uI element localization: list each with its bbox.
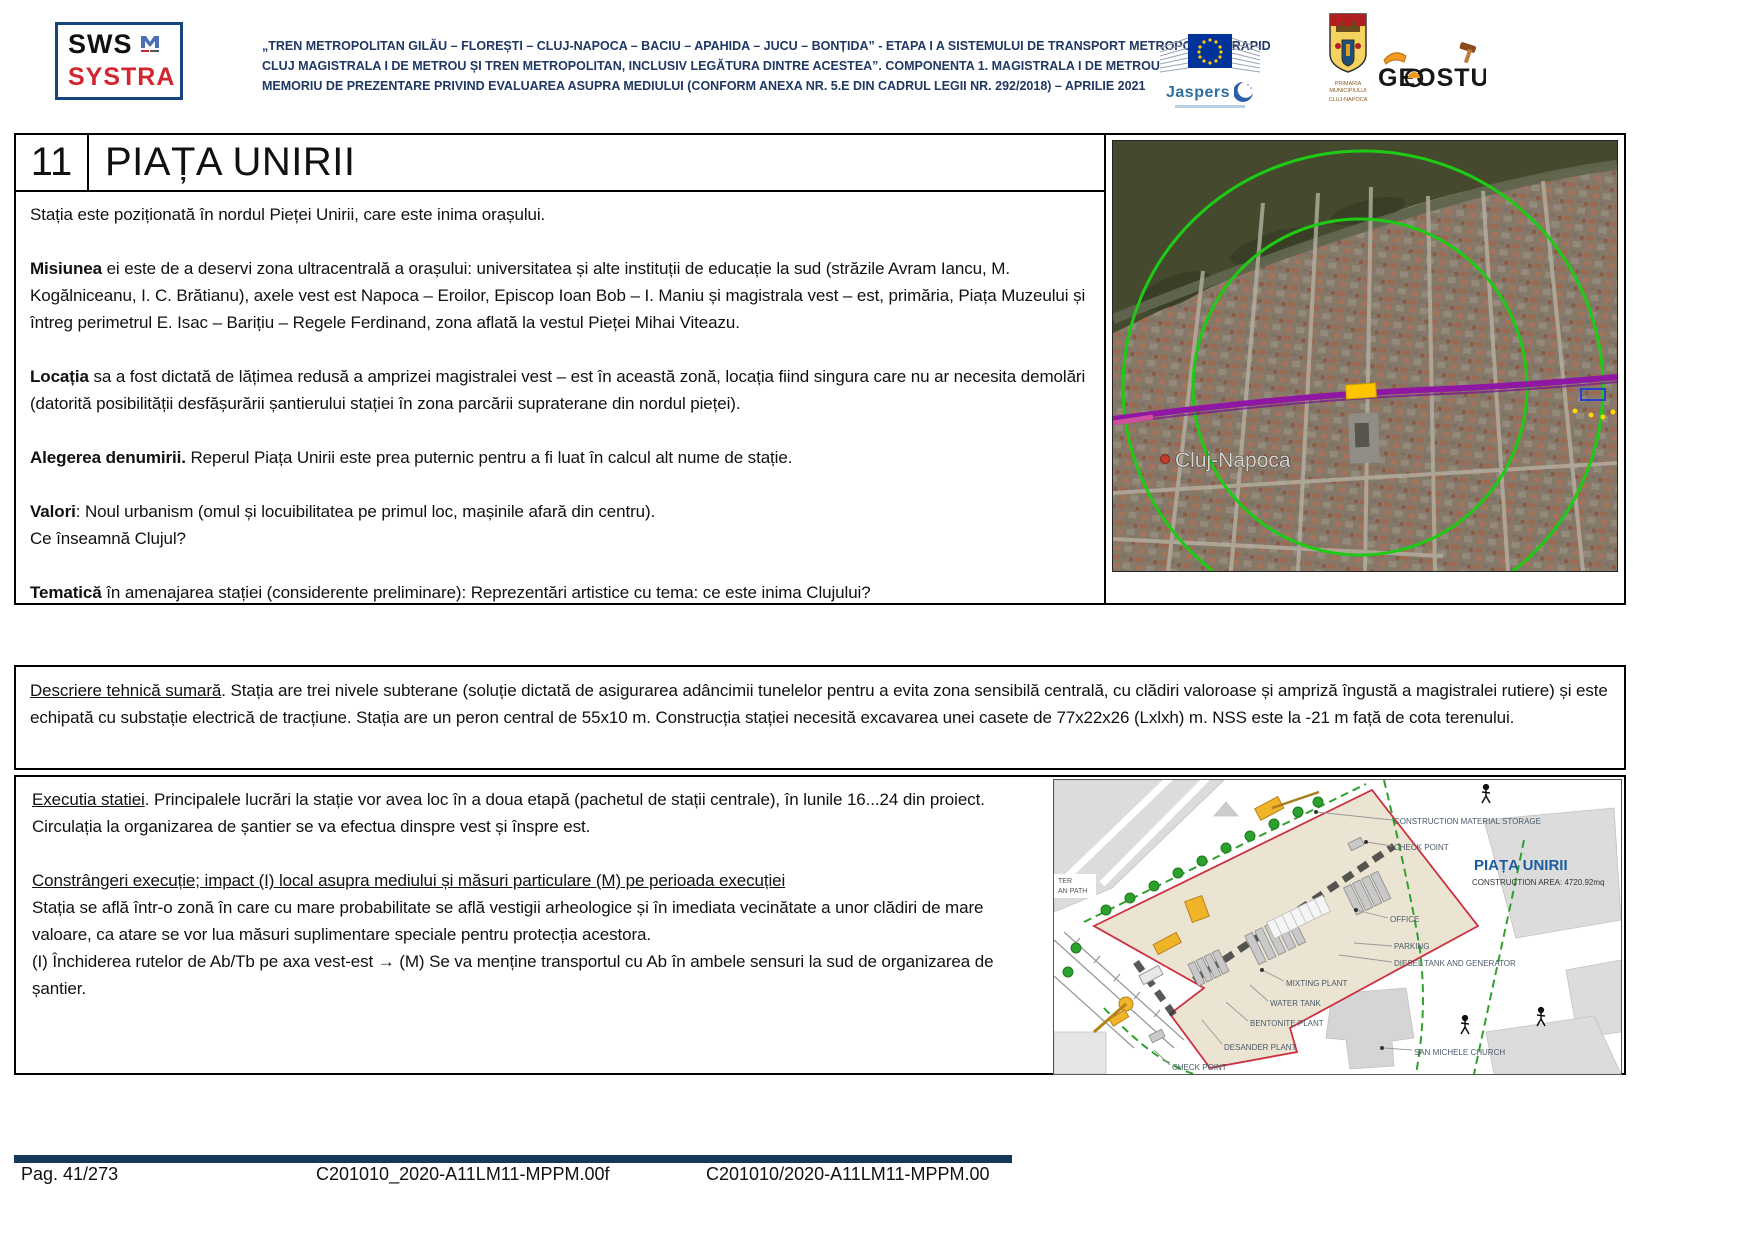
site-plan: CONSTRUCTION MATERIAL STORAGE CHECK POIN…	[1053, 771, 1622, 1075]
jaspers-crescent-icon	[1234, 81, 1253, 102]
plan-title: PIAȚA UNIRII	[1474, 857, 1568, 874]
execution-section: Executia statiei. Principalele lucrări l…	[14, 771, 1626, 1075]
plan-label-material-storage: CONSTRUCTION MATERIAL STORAGE	[1394, 817, 1541, 826]
project-title-line2: CLUJ MAGISTRALA I DE METROU ȘI TREN METR…	[262, 59, 1160, 73]
plan-label-water: WATER TANK	[1270, 999, 1321, 1008]
eu-flag-icon	[1159, 34, 1261, 73]
plan-label-desander: DESANDER PLANT	[1224, 1043, 1297, 1052]
alegerea-paragraph: Alegerea denumirii. Reperul Piața Unirii…	[30, 448, 793, 467]
coat-of-arms-caption-line1: PRIMARIA MUNICIPIULUI	[1329, 81, 1367, 94]
plan-label-check-point-top: CHECK POINT	[1394, 843, 1449, 852]
station-marker	[1345, 382, 1377, 400]
station-number: 11	[16, 135, 89, 190]
constraints-paragraph: Stația se află într-o zonă în care cu ma…	[32, 898, 984, 944]
jaspers-logo: Jaspers	[1150, 28, 1270, 108]
plan-label-bentonite: BENTONITE PLANT	[1250, 1019, 1324, 1028]
plaza-church	[1348, 412, 1380, 464]
geostud-text: GEOSTUD	[1378, 64, 1486, 92]
page-number: Pag. 41/273	[21, 1164, 119, 1184]
plan-label-office: OFFICE	[1390, 915, 1419, 924]
geostud-logo: GEOSTUD	[1376, 42, 1508, 103]
station-title-row: 11 PIAȚA UNIRII	[16, 135, 1104, 192]
document-code-2: C201010/2020-A11LM11-MPPM.00	[706, 1164, 990, 1184]
misiunea-paragraph: Misiunea ei este de a deservi zona ultra…	[30, 259, 1086, 332]
plan-label-check-point-bottom: CHECK POINT	[1172, 1063, 1227, 1072]
plan-label-church: SAN MICHELE CHURCH	[1414, 1048, 1505, 1057]
plan-label-mixing: MIXTING PLANT	[1286, 979, 1347, 988]
technical-text: . Stația are trei nivele subterane (solu…	[30, 681, 1608, 727]
valori-paragraph: Valori: Noul urbanism (omul și locuibili…	[30, 502, 656, 521]
impact-paragraph: (I) Închiderea rutelor de Ab/Tb pe axa v…	[32, 952, 994, 998]
intro-paragraph: Stația este poziționată în nordul Pieței…	[30, 205, 546, 224]
plan-label-parking: PARKING	[1394, 942, 1429, 951]
cluj-coat-of-arms-icon: PRIMARIA MUNICIPIULUI CLUJ-NAPOCA	[1318, 12, 1378, 104]
plan-area-label: CONSTRUCTION AREA: 4720.92mq	[1472, 878, 1604, 887]
station-section: 11 PIAȚA UNIRII Stația este poziționată …	[14, 133, 1626, 625]
jaspers-subtitle-line	[1175, 105, 1245, 108]
technical-lead: Descriere tehnică sumară	[30, 681, 222, 700]
project-title-line3: MEMORIU DE PREZENTARE PRIVIND EVALUAREA …	[262, 79, 1146, 93]
project-title-line1: „TREN METROPOLITAN GILĂU – FLOREȘTI – CL…	[262, 39, 1271, 53]
satellite-map: Cluj-Napoca	[1111, 140, 1618, 625]
document-page: SWS SYSTRA „TREN METROPOLITAN GILĂU – FL…	[0, 0, 1754, 1240]
document-code-1: C201010_2020-A11LM11-MPPM.00f	[316, 1164, 610, 1184]
helmet-icon	[1383, 52, 1407, 65]
sws-systra-logo: SWS SYSTRA	[55, 22, 183, 100]
project-title: „TREN METROPOLITAN GILĂU – FLOREȘTI – CL…	[262, 36, 1271, 96]
metrans-icon	[139, 33, 161, 60]
plan-edge-label-2: AN PATH	[1058, 888, 1087, 895]
coat-of-arms-caption-line2: CLUJ-NAPOCA	[1328, 97, 1368, 103]
sws-text: SWS	[68, 29, 133, 59]
constraints-heading: Constrângeri execuție; impact (I) local …	[32, 871, 786, 890]
city-label-group: Cluj-Napoca	[1160, 449, 1291, 472]
locatia-paragraph: Locația sa a fost dictată de lățimea red…	[30, 367, 1086, 413]
technical-section: Descriere tehnică sumară. Stația are tre…	[14, 665, 1626, 770]
systra-text: SYSTRA	[68, 63, 176, 91]
footer-rule	[14, 1155, 1012, 1163]
jaspers-text: Jaspers	[1166, 84, 1230, 101]
tematica-paragraph: Tematică în amenajarea stației (consider…	[30, 583, 871, 602]
station-name: PIAȚA UNIRII	[105, 140, 356, 184]
valori-line2: Ce înseamnă Clujul?	[30, 529, 186, 548]
station-text-cell: 11 PIAȚA UNIRII Stația este poziționată …	[16, 135, 1106, 603]
plan-edge-label-1: TER	[1058, 878, 1072, 885]
hammer-icon	[1459, 42, 1477, 64]
execution-paragraph: Executia statiei. Principalele lucrări l…	[32, 790, 985, 836]
plan-edge-labels: TER AN PATH	[1054, 874, 1096, 898]
plan-label-diesel: DIESEL TANK AND GENERATOR	[1394, 959, 1516, 968]
city-label: Cluj-Napoca	[1175, 449, 1291, 472]
